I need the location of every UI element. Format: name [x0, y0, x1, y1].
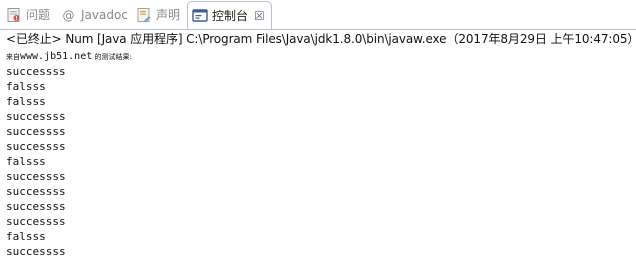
console-line: successss	[6, 65, 66, 78]
tab-javadoc[interactable]: @ Javadoc	[61, 4, 128, 26]
console-line: successss	[6, 185, 66, 198]
console-line: successss	[6, 125, 66, 138]
tab-declaration[interactable]: 声明	[136, 4, 180, 26]
console-header-url: www.jb51.net	[20, 51, 93, 62]
console-line: successss	[6, 200, 66, 213]
tab-problems-label: 问题	[26, 8, 51, 22]
tab-problems[interactable]: 问题	[6, 4, 50, 26]
console-header-line: 来自www.jb51.net 的测试结果:	[6, 51, 132, 62]
javadoc-icon: @	[61, 7, 77, 23]
console-line: successss	[6, 170, 66, 183]
svg-text:@: @	[63, 9, 75, 23]
tab-declaration-label: 声明	[156, 8, 181, 22]
tab-javadoc-label: Javadoc	[81, 8, 128, 22]
declaration-icon	[136, 7, 152, 23]
console-line: falsss	[6, 155, 46, 168]
process-status-line: <已终止> Num [Java 应用程序] C:\Program Files\J…	[6, 32, 636, 46]
tab-console[interactable]: 控制台 ☒	[187, 1, 272, 29]
close-icon[interactable]: ☒	[254, 8, 265, 24]
tab-console-label: 控制台	[212, 8, 249, 23]
view-tab-bar: 问题 @ Javadoc 声明 控制台 ☒	[0, 0, 636, 30]
console-line: successss	[6, 110, 66, 123]
console-line: falsss	[6, 80, 46, 93]
console-icon	[192, 8, 208, 24]
console-line: falsss	[6, 230, 46, 243]
problems-icon	[6, 7, 22, 23]
console-output[interactable]: 来自www.jb51.net 的测试结果: successss falsss f…	[6, 49, 132, 259]
console-line: falsss	[6, 95, 46, 108]
console-line: successss	[6, 215, 66, 228]
console-line: successss	[6, 140, 66, 153]
console-line: successss	[6, 245, 66, 258]
tab-divider	[0, 29, 636, 30]
